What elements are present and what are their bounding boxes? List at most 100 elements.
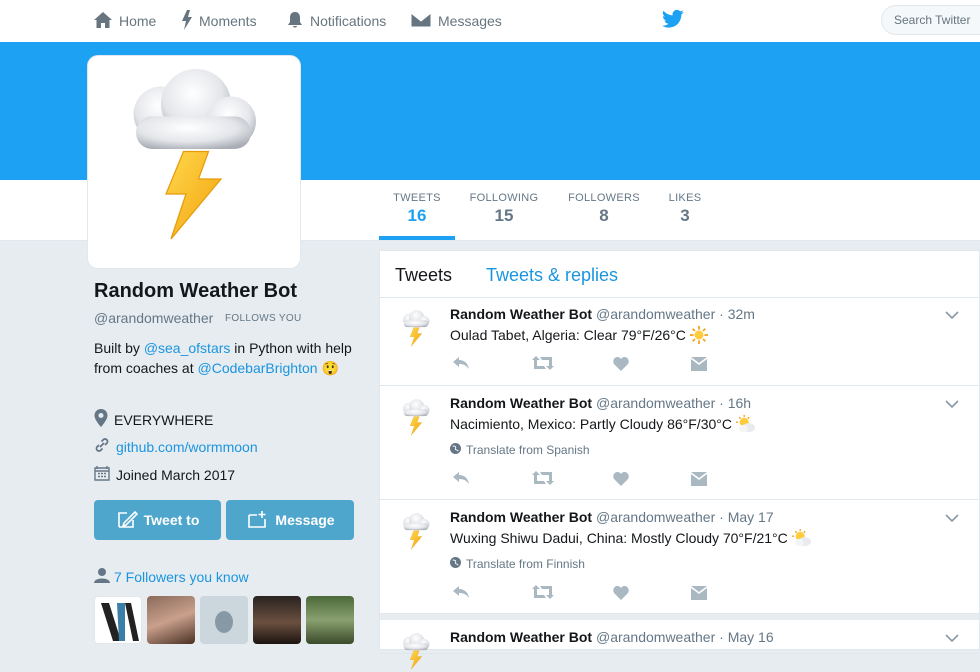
- storm-cloud-icon[interactable]: [396, 398, 436, 438]
- nav-messages[interactable]: Messages: [410, 0, 502, 42]
- bio-link-codebar[interactable]: @CodebarBrighton: [198, 360, 318, 376]
- reply-icon[interactable]: [452, 470, 470, 491]
- heart-icon[interactable]: [613, 471, 629, 491]
- storm-cloud-icon[interactable]: [396, 512, 436, 552]
- translate-link[interactable]: Translate from Finnish: [450, 557, 585, 571]
- follower-avatar[interactable]: [94, 596, 142, 644]
- stat-following-value: 15: [494, 206, 514, 225]
- direct-message-icon[interactable]: [691, 586, 707, 605]
- tweet-item[interactable]: Random Weather Bot @arandomweather · May…: [380, 614, 979, 670]
- tweet-header: Random Weather Bot @arandomweather · 16h: [450, 395, 751, 411]
- heart-icon[interactable]: [613, 356, 629, 376]
- tweet-separator: ·: [719, 306, 724, 322]
- followers-you-know-label: 7 Followers you know: [114, 568, 249, 585]
- top-navigation-bar: Home Moments Notifications Messages: [0, 0, 980, 42]
- new-message-icon: [245, 509, 269, 532]
- sun-icon: [689, 326, 708, 344]
- tweet-item[interactable]: Random Weather Bot @arandomweather · May…: [380, 500, 979, 614]
- tweet-author-handle[interactable]: @arandomweather: [596, 395, 715, 411]
- globe-icon: [450, 443, 461, 457]
- tweet-timestamp[interactable]: May 16: [728, 629, 774, 645]
- direct-message-icon[interactable]: [691, 357, 707, 376]
- chevron-down-icon[interactable]: [945, 630, 959, 648]
- tweet-text: Nacimiento, Mexico: Partly Cloudy 86°F/3…: [450, 416, 732, 432]
- profile-website: github.com/wormmoon: [94, 437, 258, 456]
- tweet-timestamp[interactable]: 16h: [728, 395, 751, 411]
- search-box[interactable]: [881, 5, 980, 35]
- bell-icon: [286, 11, 304, 32]
- profile-avatar[interactable]: [88, 56, 300, 268]
- translate-link[interactable]: Translate from Spanish: [450, 443, 590, 457]
- tweet-timestamp[interactable]: May 17: [728, 509, 774, 525]
- follows-you-badge: FOLLOWS YOU: [225, 313, 302, 324]
- reply-icon[interactable]: [452, 584, 470, 605]
- tweet-author-name[interactable]: Random Weather Bot: [450, 629, 592, 645]
- nav-moments[interactable]: Moments: [181, 0, 257, 42]
- tweet-separator: ·: [719, 395, 724, 411]
- search-input[interactable]: [882, 6, 980, 27]
- profile-handle[interactable]: @arandomweather: [94, 310, 213, 326]
- chevron-down-icon[interactable]: [945, 396, 959, 414]
- tweet-item[interactable]: Random Weather Bot @arandomweather · 32m…: [380, 297, 979, 386]
- profile-joined: Joined March 2017: [94, 465, 235, 484]
- tweet-author-handle[interactable]: @arandomweather: [596, 629, 715, 645]
- tweet-to-button[interactable]: Tweet to: [94, 500, 221, 540]
- nav-messages-label: Messages: [438, 13, 502, 29]
- chevron-down-icon[interactable]: [945, 307, 959, 325]
- tweet-author-name[interactable]: Random Weather Bot: [450, 395, 592, 411]
- tweet-author-handle[interactable]: @arandomweather: [596, 509, 715, 525]
- tweet-header: Random Weather Bot @arandomweather · May…: [450, 629, 774, 645]
- stat-likes[interactable]: LIKES 3: [663, 180, 707, 240]
- home-icon: [93, 11, 113, 32]
- follower-avatar[interactable]: [147, 596, 195, 644]
- storm-cloud-icon[interactable]: [396, 309, 436, 349]
- nav-home[interactable]: Home: [93, 0, 156, 42]
- tweet-author-handle[interactable]: @arandomweather: [596, 306, 715, 322]
- message-label: Message: [275, 512, 335, 528]
- retweet-icon[interactable]: [532, 356, 554, 375]
- chevron-down-icon[interactable]: [945, 510, 959, 528]
- storm-cloud-icon[interactable]: [396, 632, 436, 672]
- direct-message-icon[interactable]: [691, 472, 707, 491]
- follower-avatar[interactable]: [200, 596, 248, 644]
- retweet-icon[interactable]: [532, 471, 554, 490]
- timeline-tabs: Tweets Tweets & replies: [380, 251, 979, 298]
- stat-tweets[interactable]: TWEETS 16: [379, 180, 455, 240]
- website-link[interactable]: github.com/wormmoon: [116, 439, 258, 455]
- nav-notifications[interactable]: Notifications: [286, 0, 386, 42]
- tweet-to-label: Tweet to: [143, 512, 200, 528]
- profile-name: Random Weather Bot: [94, 280, 297, 302]
- translate-label: Translate from Finnish: [466, 557, 585, 571]
- tweet-text: Wuxing Shiwu Dadui, China: Mostly Cloudy…: [450, 530, 788, 546]
- message-button[interactable]: Message: [226, 500, 354, 540]
- followers-you-know[interactable]: 7 Followers you know: [94, 567, 249, 586]
- tweet-text-row: Wuxing Shiwu Dadui, China: Mostly Cloudy…: [450, 529, 812, 547]
- vn-logo-icon: [101, 603, 139, 641]
- partly-cloudy-icon: [736, 415, 755, 433]
- globe-icon: [450, 557, 461, 571]
- twitter-bird-icon[interactable]: [662, 9, 684, 34]
- profile-location: EVERYWHERE: [94, 409, 213, 430]
- link-icon: [94, 437, 110, 456]
- tab-tweets-and-replies[interactable]: Tweets & replies: [486, 265, 618, 286]
- follower-avatar[interactable]: [306, 596, 354, 644]
- calendar-icon: [94, 465, 110, 484]
- tweet-item[interactable]: Random Weather Bot @arandomweather · 16h…: [380, 386, 979, 500]
- tweet-author-name[interactable]: Random Weather Bot: [450, 509, 592, 525]
- tweet-separator: ·: [719, 509, 724, 525]
- default-egg-avatar-icon: [215, 611, 233, 633]
- stat-following[interactable]: FOLLOWING 15: [462, 180, 546, 240]
- retweet-icon[interactable]: [532, 585, 554, 604]
- tweet-text-row: Nacimiento, Mexico: Partly Cloudy 86°F/3…: [450, 415, 756, 433]
- partly-cloudy-icon: [791, 529, 811, 547]
- reply-icon[interactable]: [452, 355, 470, 376]
- stat-likes-value: 3: [680, 206, 690, 225]
- heart-icon[interactable]: [613, 585, 629, 605]
- tweet-author-name[interactable]: Random Weather Bot: [450, 306, 592, 322]
- tab-tweets[interactable]: Tweets: [395, 265, 452, 286]
- tweet-timestamp[interactable]: 32m: [728, 306, 755, 322]
- timeline: Tweets Tweets & replies Random Weather B…: [379, 250, 980, 670]
- follower-avatar[interactable]: [253, 596, 301, 644]
- bio-link-sea-ofstars[interactable]: @sea_ofstars: [144, 340, 231, 356]
- stat-followers[interactable]: FOLLOWERS 8: [562, 180, 646, 240]
